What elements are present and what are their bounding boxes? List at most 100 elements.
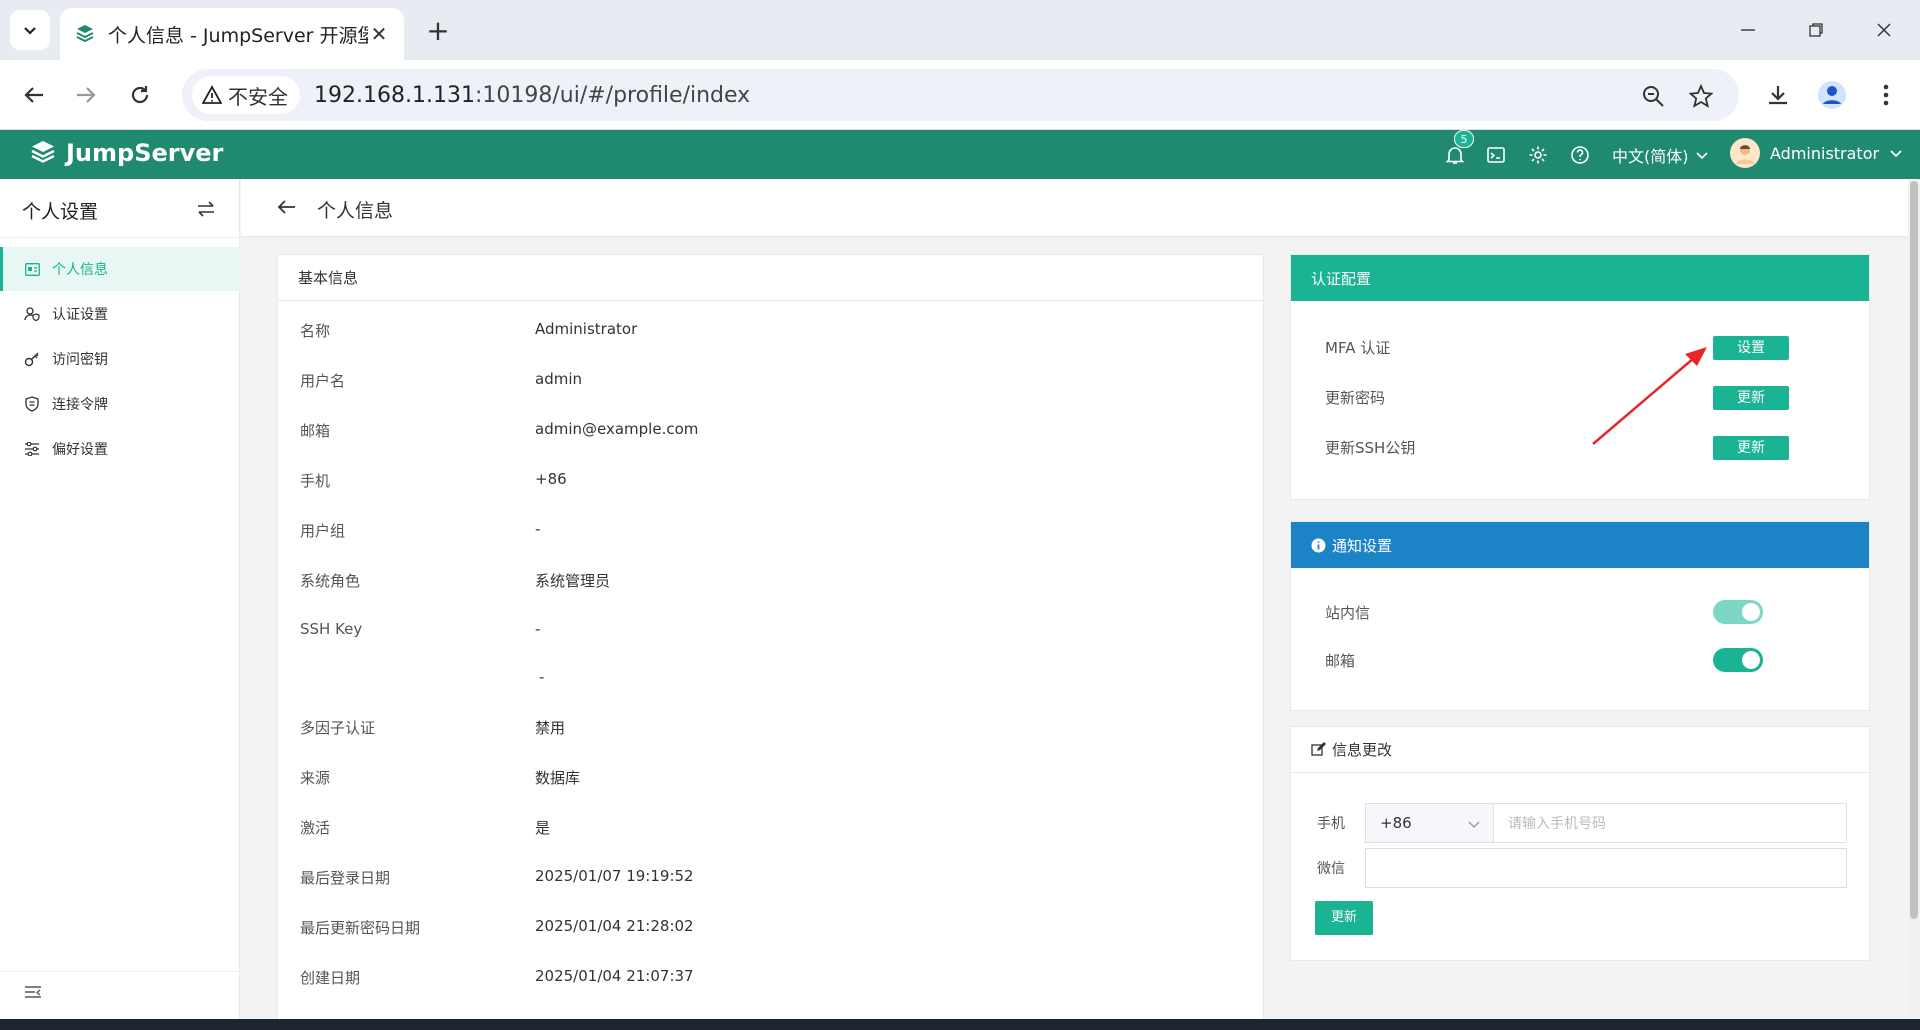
logo-text: JumpServer [66, 139, 224, 167]
download-icon [1769, 86, 1787, 105]
language-selector[interactable]: 中文(简体) [1612, 143, 1709, 167]
phone-input[interactable]: 请输入手机号码 [1493, 803, 1847, 843]
back-button[interactable] [16, 77, 52, 113]
forward-button[interactable] [68, 77, 104, 113]
browser-tab-active[interactable]: 个人信息 - JumpServer 开源堡 ✕ [60, 8, 404, 60]
phone-code-value: +86 [1380, 814, 1412, 832]
url-text[interactable]: 192.168.1.131:10198/ui/#/profile/index [314, 83, 750, 108]
sidebar-item-label: 偏好设置 [52, 442, 108, 458]
sidebar-divider [0, 237, 240, 238]
bookmark-button[interactable] [1688, 83, 1714, 109]
site-message-label: 站内信 [1325, 604, 1371, 622]
notification-badge: 5 [1454, 130, 1474, 148]
info-value: admin [535, 370, 582, 388]
page-scrollbar[interactable] [1908, 179, 1920, 1019]
info-value: admin@example.com [535, 420, 699, 438]
sidebar-item-preferences[interactable]: 偏好设置 [0, 427, 240, 471]
info-value: 是 [535, 819, 551, 837]
minimize-button[interactable] [1718, 10, 1778, 50]
info-key: 用户组 [300, 522, 346, 540]
info-row: 最后登录日期 2025/01/07 19:19:52 [278, 852, 1260, 902]
info-key: 多因子认证 [300, 719, 376, 737]
info-row: 创建日期 2025/01/04 21:07:37 [278, 952, 1260, 1002]
update-ssh-key-button[interactable]: 更新 [1713, 436, 1789, 460]
key-icon [24, 351, 40, 367]
password-label: 更新密码 [1325, 389, 1386, 407]
user-shield-icon [24, 306, 40, 322]
swap-icon [198, 201, 214, 217]
tab-close-icon[interactable]: ✕ [368, 22, 390, 46]
browser-menu-button[interactable] [1868, 77, 1904, 113]
web-terminal-button[interactable] [1483, 142, 1509, 168]
edit-icon [1311, 742, 1326, 757]
phone-country-code-select[interactable]: +86 [1365, 803, 1493, 843]
close-window-button[interactable] [1854, 10, 1914, 50]
settings-button[interactable] [1525, 142, 1551, 168]
card-title: 信息更改 [1291, 727, 1869, 773]
help-button[interactable] [1567, 142, 1593, 168]
update-password-button[interactable]: 更新 [1713, 386, 1789, 410]
info-key: 名称 [300, 322, 331, 340]
chevron-down-icon [1468, 821, 1480, 828]
user-menu[interactable]: Administrator [1730, 138, 1903, 168]
more-vertical-icon [1883, 84, 1889, 106]
page-header: 个人信息 [241, 179, 1910, 237]
wechat-label: 微信 [1317, 861, 1345, 877]
restore-button[interactable] [1786, 10, 1846, 50]
profile-icon [1818, 81, 1846, 109]
info-value: 2025/01/04 21:28:02 [535, 917, 694, 935]
submit-update-button[interactable]: 更新 [1315, 901, 1373, 935]
profile-button[interactable] [1814, 77, 1850, 113]
info-change-title: 信息更改 [1332, 741, 1393, 759]
jumpserver-favicon-icon [76, 25, 94, 43]
sidebar-item-label: 认证设置 [52, 307, 108, 323]
info-key: 最后更新密码日期 [300, 919, 421, 937]
zoom-icon [1643, 86, 1664, 107]
sidebar-switch-button[interactable] [194, 197, 218, 221]
zoom-button[interactable] [1640, 83, 1666, 109]
info-value: 数据库 [535, 769, 581, 787]
sidebar-item-profile[interactable]: 个人信息 [0, 247, 240, 291]
ssh-key-label: 更新SSH公钥 [1325, 439, 1416, 457]
info-row: - [278, 653, 1260, 703]
info-value: - [535, 620, 541, 638]
new-tab-button[interactable]: + [422, 14, 454, 47]
email-notify-label: 邮箱 [1325, 652, 1356, 670]
sidebar-item-auth[interactable]: 认证设置 [0, 292, 240, 336]
mfa-setup-button[interactable]: 设置 [1713, 336, 1789, 360]
browser-tab-strip: 个人信息 - JumpServer 开源堡 ✕ + [0, 0, 1920, 60]
app-logo[interactable]: JumpServer [28, 138, 223, 168]
terminal-icon [1487, 147, 1505, 163]
info-change-card: 信息更改 手机 +86 请输入手机号码 微信 更新 [1290, 726, 1870, 961]
downloads-button[interactable] [1760, 77, 1796, 113]
address-bar[interactable]: 不安全 192.168.1.131:10198/ui/#/profile/ind… [182, 69, 1739, 121]
chevron-down-icon [24, 27, 36, 35]
sidebar-collapse-button[interactable] [24, 985, 44, 1005]
sidebar-item-label: 个人信息 [52, 262, 108, 278]
jumpserver-logo-icon [31, 141, 55, 163]
info-key: SSH Key [300, 620, 363, 638]
info-value: 2025/01/04 21:07:37 [535, 967, 694, 985]
tab-search-button[interactable] [10, 10, 50, 50]
site-info-chip[interactable]: 不安全 [192, 76, 300, 114]
sidebar-item-access-key[interactable]: 访问密钥 [0, 337, 240, 381]
back-arrow-button[interactable] [277, 197, 299, 219]
reload-button[interactable] [122, 77, 158, 113]
site-message-toggle[interactable] [1713, 600, 1763, 624]
ssh-key-row: 更新SSH公钥 更新 [1291, 425, 1871, 471]
info-value: 2025/01/07 19:19:52 [535, 867, 694, 885]
wechat-input[interactable] [1365, 848, 1847, 888]
question-circle-icon [1571, 146, 1589, 164]
info-row: 手机 +86 [278, 455, 1260, 505]
star-icon [1689, 84, 1713, 108]
sidebar-item-connection-token[interactable]: 连接令牌 [0, 382, 240, 426]
card-title: 基本信息 [278, 255, 1263, 301]
auth-config-card: 认证配置 MFA 认证 设置 更新密码 更新 更新SSH公钥 更新 [1290, 254, 1870, 500]
info-row: 用户名 admin [278, 355, 1260, 405]
scrollbar-thumb[interactable] [1910, 181, 1918, 919]
phone-label: 手机 [1317, 816, 1345, 832]
sidebar-footer-divider [0, 971, 240, 972]
os-taskbar [0, 1019, 1920, 1030]
email-notify-toggle[interactable] [1713, 648, 1763, 672]
info-value: 禁用 [535, 719, 566, 737]
